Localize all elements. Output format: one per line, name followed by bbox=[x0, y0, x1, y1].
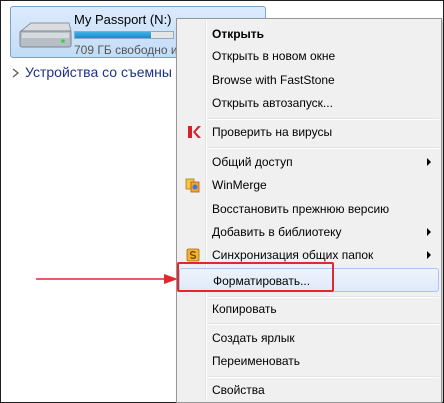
menu-item-rename[interactable]: Переименовать bbox=[179, 350, 439, 372]
menu-item-create-shortcut[interactable]: Создать ярлык bbox=[179, 327, 439, 349]
menu-item-scan-virus[interactable]: Проверить на вирусы bbox=[179, 121, 439, 143]
menu-item-label: WinMerge bbox=[212, 178, 267, 192]
menu-item-open-new-window[interactable]: Открыть в новом окне bbox=[179, 45, 439, 67]
menu-item-label: Открыть автозапуск... bbox=[212, 96, 333, 110]
annotation-arrow-icon bbox=[36, 274, 178, 284]
drive-free-space: 709 ГБ свободно из bbox=[74, 43, 184, 57]
menu-item-label: Проверить на вирусы bbox=[212, 125, 333, 139]
menu-item-restore-previous[interactable]: Восстановить прежнюю версию bbox=[179, 198, 439, 220]
menu-item-label: Общий доступ bbox=[212, 155, 293, 169]
menu-item-label: Восстановить прежнюю версию bbox=[212, 202, 390, 216]
menu-separator bbox=[208, 147, 439, 149]
drive-usage-bar bbox=[74, 31, 174, 39]
menu-item-label: Свойства bbox=[212, 383, 265, 397]
menu-item-label: Переименовать bbox=[212, 354, 300, 368]
menu-separator bbox=[208, 323, 439, 325]
hard-drive-icon bbox=[19, 22, 72, 48]
menu-item-label: Синхронизация общих папок bbox=[212, 248, 374, 262]
kaspersky-icon bbox=[188, 126, 201, 138]
sync-icon bbox=[186, 248, 200, 262]
menu-item-label: Открыть bbox=[212, 27, 265, 41]
annotation-highlight-box bbox=[177, 262, 334, 292]
drive-usage-fill bbox=[75, 32, 152, 38]
menu-item-label: Создать ярлык bbox=[212, 331, 295, 345]
menu-item-label: Открыть в новом окне bbox=[212, 49, 336, 63]
menu-item-add-to-library[interactable]: Добавить в библиотеку bbox=[179, 221, 439, 243]
menu-item-label: Добавить в библиотеку bbox=[212, 225, 342, 239]
menu-separator bbox=[208, 118, 439, 120]
submenu-arrow-icon bbox=[427, 251, 431, 259]
drive-name: My Passport (N:) bbox=[74, 12, 172, 27]
menu-item-properties[interactable]: Свойства bbox=[179, 379, 439, 401]
menu-separator bbox=[208, 376, 439, 378]
submenu-arrow-icon bbox=[427, 158, 431, 166]
menu-item-label: Browse with FastStone bbox=[212, 73, 335, 87]
context-menu: Открыть Открыть в новом окне Browse with… bbox=[176, 18, 442, 403]
expand-arrow-icon bbox=[12, 68, 20, 78]
menu-item-sharing[interactable]: Общий доступ bbox=[179, 151, 439, 173]
winmerge-icon bbox=[185, 178, 200, 193]
submenu-arrow-icon bbox=[427, 228, 431, 236]
menu-item-label: Копировать bbox=[212, 302, 277, 316]
menu-item-open[interactable]: Открыть bbox=[179, 23, 439, 45]
menu-item-winmerge[interactable]: WinMerge bbox=[179, 174, 439, 196]
menu-item-autoplay[interactable]: Открыть автозапуск... bbox=[179, 92, 439, 114]
group-label: Устройства со съемны bbox=[25, 64, 172, 80]
menu-item-copy[interactable]: Копировать bbox=[179, 298, 439, 320]
menu-item-browse-faststone[interactable]: Browse with FastStone bbox=[179, 69, 439, 91]
